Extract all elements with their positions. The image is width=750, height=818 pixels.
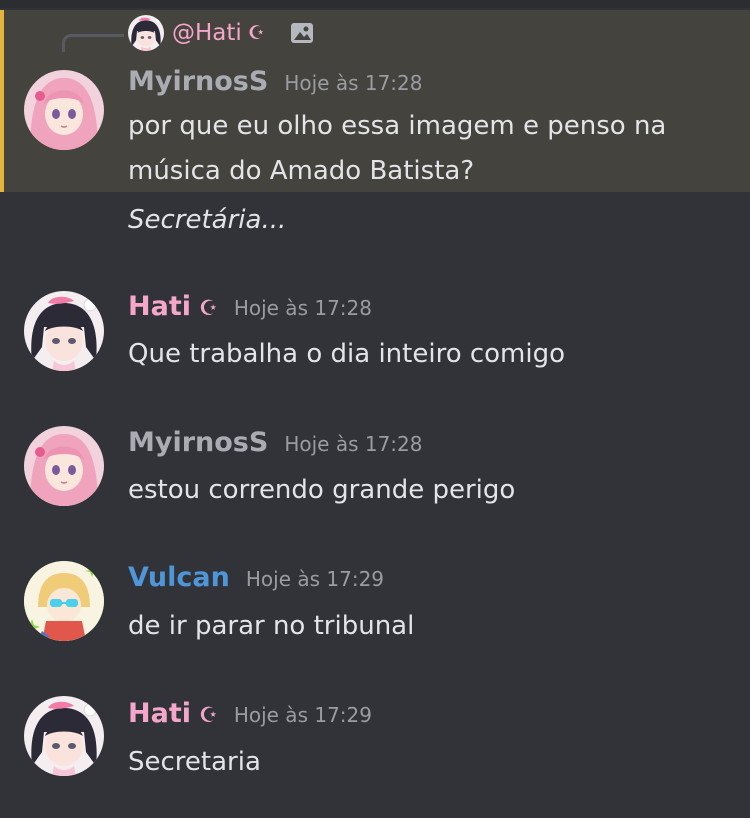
timestamp[interactable]: Hoje às 17:29 bbox=[234, 703, 372, 727]
moon-icon: ☪ bbox=[198, 296, 218, 320]
reply-avatar[interactable] bbox=[128, 15, 164, 51]
moon-icon: ☪ bbox=[198, 703, 218, 727]
timestamp[interactable]: Hoje às 17:28 bbox=[234, 296, 372, 320]
message-text: por que eu olho essa imagem e penso na m… bbox=[128, 104, 728, 194]
image-icon[interactable] bbox=[289, 20, 315, 46]
message-line: Que trabalha o dia inteiro comigo bbox=[128, 339, 566, 369]
moon-icon: ☪ bbox=[247, 22, 265, 44]
message-line: por que eu olho essa imagem e penso na bbox=[128, 111, 667, 141]
timestamp[interactable]: Hoje às 17:28 bbox=[284, 432, 422, 456]
username[interactable]: Hati bbox=[128, 291, 191, 322]
message-header: Hati ☪ Hoje às 17:29 bbox=[128, 698, 372, 729]
avatar-vulcan[interactable] bbox=[24, 561, 104, 641]
reply-connector bbox=[62, 34, 124, 52]
avatar-hati[interactable] bbox=[24, 696, 104, 776]
message-line: de ir parar no tribunal bbox=[128, 611, 415, 641]
message-header: MyirnosS Hoje às 17:28 bbox=[128, 66, 423, 97]
message-line: música do Amado Batista? bbox=[128, 156, 475, 186]
message-header: Vulcan Hoje às 17:29 bbox=[128, 562, 384, 593]
message-header: MyirnosS Hoje às 17:28 bbox=[128, 427, 423, 458]
username[interactable]: MyirnosS bbox=[128, 427, 268, 458]
avatar-hati[interactable] bbox=[24, 291, 104, 371]
timestamp[interactable]: Hoje às 17:29 bbox=[246, 567, 384, 591]
top-strip bbox=[0, 0, 750, 8]
timestamp[interactable]: Hoje às 17:28 bbox=[284, 71, 422, 95]
reply-reference[interactable]: @Hati ☪ bbox=[128, 14, 315, 52]
avatar-myirnos[interactable] bbox=[24, 70, 104, 150]
reply-username[interactable]: @Hati bbox=[172, 20, 242, 46]
message-header: Hati ☪ Hoje às 17:28 bbox=[128, 291, 372, 322]
username[interactable]: Vulcan bbox=[128, 562, 230, 593]
message-line: estou correndo grande perigo bbox=[128, 475, 516, 505]
username[interactable]: Hati bbox=[128, 698, 191, 729]
message-line-italic: Secretária... bbox=[128, 205, 287, 235]
username[interactable]: MyirnosS bbox=[128, 66, 268, 97]
avatar-myirnos[interactable] bbox=[24, 426, 104, 506]
message-line: Secretaria bbox=[128, 747, 261, 777]
